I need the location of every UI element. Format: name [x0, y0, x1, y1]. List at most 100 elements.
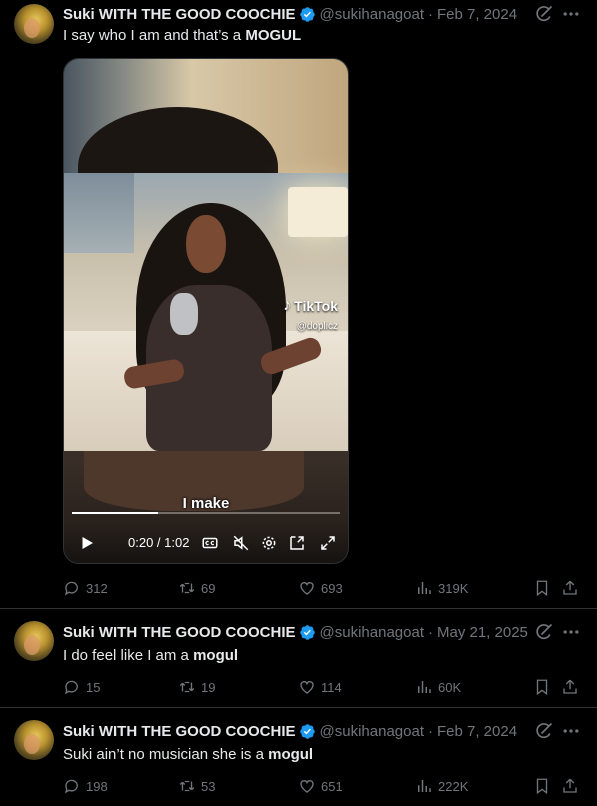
- like-count: 114: [321, 679, 342, 695]
- view-count: 222K: [438, 778, 469, 794]
- tweet-actions: 15 19 114 60K: [63, 677, 583, 697]
- bookmark-button[interactable]: [533, 578, 556, 598]
- reply-button[interactable]: 198: [63, 776, 108, 796]
- avatar[interactable]: [14, 720, 54, 760]
- repost-icon: [179, 780, 195, 792]
- author-handle[interactable]: @sukihanagoat: [320, 624, 424, 641]
- like-button[interactable]: 651: [298, 776, 343, 796]
- reply-count: 198: [86, 778, 108, 794]
- author-handle[interactable]: @sukihanagoat: [320, 723, 424, 740]
- repost-button[interactable]: 19: [178, 677, 215, 697]
- grok-icon[interactable]: [534, 622, 554, 642]
- verified-badge-icon: [299, 624, 315, 640]
- views-button[interactable]: 319K: [415, 578, 468, 598]
- watermark-handle: @doplicz: [296, 321, 338, 332]
- more-icon[interactable]: [561, 721, 581, 741]
- fullscreen-icon: [321, 536, 335, 550]
- view-count: 319K: [438, 580, 469, 596]
- view-count: 60K: [438, 679, 462, 695]
- repost-count: 69: [201, 580, 216, 596]
- settings-button[interactable]: [260, 533, 278, 553]
- tweet-text: I do feel like I am a mogul: [63, 647, 239, 664]
- pip-icon: [290, 536, 304, 550]
- share-button[interactable]: [561, 578, 584, 598]
- video-progress-fill: [72, 512, 158, 514]
- share-icon: [563, 778, 577, 793]
- bookmark-icon: [536, 679, 548, 696]
- captions-button[interactable]: [201, 533, 219, 553]
- video-player[interactable]: ♪ TikTok @doplicz I make 0:20 / 1:02: [63, 58, 349, 564]
- tweet[interactable]: Suki WITH THE GOOD COOCHIE @sukihanagoat…: [0, 0, 597, 608]
- like-count: 651: [321, 778, 343, 794]
- tweet-actions: 198 53 651 222K: [63, 776, 583, 796]
- pip-button[interactable]: [288, 533, 306, 553]
- highlight-word: mogul: [268, 746, 314, 763]
- highlight-word: MOGUL: [245, 27, 302, 44]
- tweet-header: Suki WITH THE GOOD COOCHIE @sukihanagoat…: [63, 722, 518, 740]
- bookmark-icon: [536, 778, 548, 795]
- highlight-word: mogul: [193, 647, 239, 664]
- reply-icon: [64, 680, 78, 695]
- repost-button[interactable]: 69: [178, 578, 215, 598]
- video-progress-bar[interactable]: [72, 512, 340, 514]
- mute-button[interactable]: [232, 533, 250, 553]
- verified-badge-icon: [299, 6, 315, 22]
- tweet-text: Suki ain’t no musician she is a mogul: [63, 746, 314, 763]
- more-icon[interactable]: [561, 4, 581, 24]
- share-icon: [563, 580, 577, 595]
- like-icon: [300, 780, 314, 793]
- repost-icon: [179, 681, 195, 693]
- tweet[interactable]: Suki WITH THE GOOD COOCHIE @sukihanagoat…: [0, 708, 597, 806]
- reply-count: 312: [86, 580, 108, 596]
- reply-count: 15: [86, 679, 101, 695]
- tweet-header: Suki WITH THE GOOD COOCHIE @sukihanagoat…: [63, 623, 528, 641]
- play-icon: [82, 537, 93, 549]
- share-button[interactable]: [561, 776, 584, 796]
- tweet-date[interactable]: Feb 7, 2024: [437, 6, 517, 23]
- repost-icon: [179, 582, 195, 594]
- avatar[interactable]: [14, 621, 54, 661]
- author-handle[interactable]: @sukihanagoat: [320, 6, 424, 23]
- bookmark-button[interactable]: [533, 776, 556, 796]
- share-icon: [563, 679, 577, 694]
- bookmark-button[interactable]: [533, 677, 556, 697]
- views-icon: [418, 582, 431, 594]
- views-icon: [418, 681, 431, 693]
- repost-count: 53: [201, 778, 216, 794]
- views-button[interactable]: 60K: [415, 677, 461, 697]
- like-button[interactable]: 114: [298, 677, 342, 697]
- avatar[interactable]: [14, 4, 54, 44]
- views-icon: [418, 780, 431, 792]
- muted-icon: [233, 535, 249, 551]
- video-frame-top: [64, 59, 348, 227]
- tweet-text: I say who I am and that’s a MOGUL: [63, 27, 302, 44]
- tweet[interactable]: Suki WITH THE GOOD COOCHIE @sukihanagoat…: [0, 609, 597, 707]
- author-name[interactable]: Suki WITH THE GOOD COOCHIE: [63, 6, 296, 23]
- tweet-date[interactable]: May 21, 2025: [437, 624, 528, 641]
- video-time: 0:20 / 1:02: [128, 535, 190, 550]
- tweet-header: Suki WITH THE GOOD COOCHIE @sukihanagoat…: [63, 5, 518, 23]
- reply-button[interactable]: 15: [63, 677, 100, 697]
- more-icon[interactable]: [561, 622, 581, 642]
- tiktok-watermark: ♪ TikTok: [283, 297, 338, 314]
- like-button[interactable]: 693: [298, 578, 343, 598]
- video-caption: I make: [182, 495, 230, 512]
- reply-icon: [64, 779, 78, 794]
- grok-icon[interactable]: [534, 4, 554, 24]
- grok-icon[interactable]: [534, 721, 554, 741]
- share-button[interactable]: [561, 677, 584, 697]
- play-button[interactable]: [78, 533, 96, 553]
- repost-button[interactable]: 53: [178, 776, 215, 796]
- tweet-date[interactable]: Feb 7, 2024: [437, 723, 517, 740]
- gear-icon: [262, 536, 276, 550]
- tweet-actions: 312 69 693 319K: [63, 578, 583, 598]
- bookmark-icon: [536, 580, 548, 597]
- views-button[interactable]: 222K: [415, 776, 468, 796]
- author-name[interactable]: Suki WITH THE GOOD COOCHIE: [63, 723, 296, 740]
- reply-button[interactable]: 312: [63, 578, 108, 598]
- like-icon: [300, 681, 314, 694]
- author-name[interactable]: Suki WITH THE GOOD COOCHIE: [63, 624, 296, 641]
- like-count: 693: [321, 580, 343, 596]
- captions-icon: [202, 537, 218, 549]
- fullscreen-button[interactable]: [319, 533, 337, 553]
